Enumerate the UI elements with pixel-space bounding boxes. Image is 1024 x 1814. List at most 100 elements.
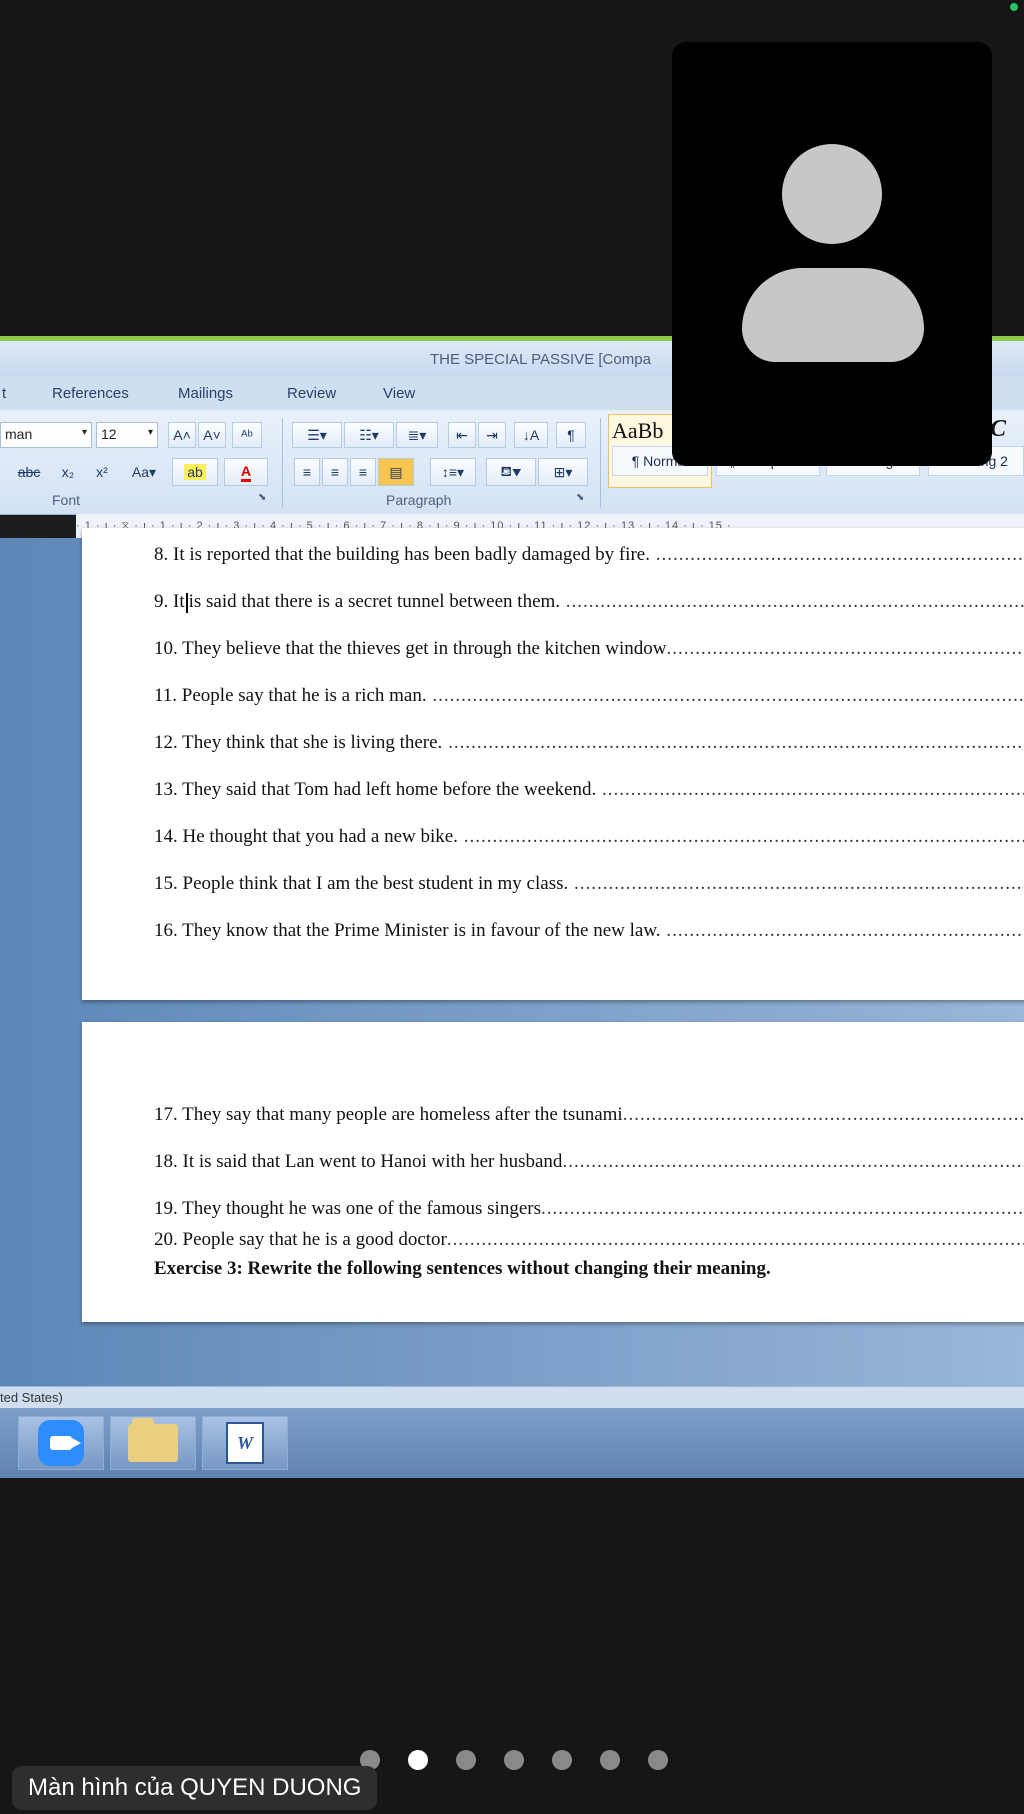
page-dot[interactable] (552, 1750, 572, 1770)
group-divider (600, 418, 601, 508)
borders-button[interactable]: ⊞▾ (538, 458, 588, 486)
decrease-indent-icon: ⇤ (456, 426, 468, 443)
folder-icon (128, 1418, 178, 1462)
align-right-icon: ≡ (358, 464, 368, 480)
text-cursor (185, 592, 188, 613)
exercise-line-17[interactable]: 17. They say that many people are homele… (154, 1104, 1024, 1126)
justify-button[interactable]: ▤ (378, 458, 414, 486)
font-name-value: man (5, 426, 33, 442)
page-dot-active[interactable] (408, 1750, 428, 1770)
chevron-down-icon: ▾ (147, 427, 153, 438)
shading-button[interactable]: ⛾▾ (486, 458, 536, 486)
page-dot[interactable] (504, 1750, 524, 1770)
multilevel-list-button[interactable]: ≣▾ (396, 422, 438, 448)
highlight-button[interactable]: ab (172, 458, 218, 486)
change-case-icon: Aa▾ (131, 463, 157, 480)
participant-video-tile[interactable] (672, 42, 992, 466)
exercise-line-10[interactable]: 10. They believe that the thieves get in… (154, 638, 1024, 660)
decrease-indent-button[interactable]: ⇤ (448, 422, 476, 448)
chevron-down-icon: ▾ (81, 427, 87, 438)
clear-format-icon: ᴬᵇ (241, 427, 253, 443)
screen-share-label: Màn hình của QUYEN DUONG (12, 1766, 378, 1810)
exercise-line-12[interactable]: 12. They think that she is living there.… (154, 732, 1024, 754)
exercise-line-13[interactable]: 13. They said that Tom had left home bef… (154, 779, 1024, 801)
status-dot (1010, 3, 1018, 11)
superscript-icon: x² (96, 464, 108, 480)
exercise-line-11[interactable]: 11. People say that he is a rich man. ..… (154, 685, 1024, 707)
exercise-line-15[interactable]: 15. People think that I am the best stud… (154, 873, 1024, 895)
sort-icon: ↓A (522, 427, 540, 443)
shrink-font-button[interactable]: A˅ (198, 422, 226, 448)
align-center-icon: ≡ (330, 464, 340, 480)
increase-indent-button[interactable]: ⇥ (478, 422, 506, 448)
exercise-line-16[interactable]: 16. They know that the Prime Minister is… (154, 920, 1024, 942)
sort-button[interactable]: ↓A (514, 422, 548, 448)
subscript-icon: x₂ (61, 464, 75, 480)
numbered-list-icon: ☷▾ (359, 426, 379, 443)
style-preview-left: AaBb (612, 418, 664, 443)
font-size-box[interactable]: 12 ▾ (96, 422, 158, 448)
tab-view[interactable]: View (383, 385, 415, 402)
taskbar-zoom[interactable] (18, 1416, 104, 1470)
avatar-body (742, 268, 924, 362)
tab-insert[interactable]: t (2, 385, 6, 402)
document-area: 8. It is reported that the building has … (0, 528, 1024, 1408)
tab-references[interactable]: References (52, 385, 129, 402)
group-divider (282, 418, 283, 508)
page-dot[interactable] (600, 1750, 620, 1770)
superscript-button[interactable]: x² (88, 458, 116, 486)
align-right-button[interactable]: ≡ (350, 458, 376, 486)
font-group-label: Font (52, 492, 81, 508)
page-dot[interactable] (648, 1750, 668, 1770)
window-title: THE SPECIAL PASSIVE [Compa (430, 351, 651, 368)
tab-review[interactable]: Review (287, 385, 336, 402)
document-page: 8. It is reported that the building has … (82, 528, 1024, 1000)
align-center-button[interactable]: ≡ (322, 458, 348, 486)
grow-font-button[interactable]: A˄ (168, 422, 196, 448)
page-indicator[interactable] (360, 1750, 668, 1770)
bullets-button[interactable]: ☰▾ (292, 422, 342, 448)
font-name-box[interactable]: man ▾ (0, 422, 92, 448)
exercise-line-19[interactable]: 19. They thought he was one of the famou… (154, 1198, 1024, 1220)
page-dot[interactable] (456, 1750, 476, 1770)
exercise-line-20[interactable]: 20. People say that he is a good doctor.… (154, 1229, 1024, 1251)
strikethrough-button[interactable]: abc (14, 458, 44, 486)
taskbar-explorer[interactable] (110, 1416, 196, 1470)
justify-icon: ▤ (389, 463, 403, 480)
borders-icon: ⊞▾ (553, 463, 573, 480)
shared-screen: THE SPECIAL PASSIVE [Compa t References … (0, 336, 1024, 1478)
change-case-button[interactable]: Aa▾ (124, 458, 164, 486)
increase-indent-icon: ⇥ (486, 426, 498, 443)
document-page: 17. They say that many people are homele… (82, 1022, 1024, 1322)
bullet-list-icon: ☰▾ (307, 426, 327, 443)
line-spacing-button[interactable]: ↕≡▾ (430, 458, 476, 486)
taskbar-word[interactable]: W (202, 1416, 288, 1470)
font-color-icon: A (240, 463, 252, 482)
avatar-head (782, 144, 882, 244)
dialog-launcher-icon[interactable]: ⬊ (576, 492, 584, 503)
exercise-line-14[interactable]: 14. He thought that you had a new bike. … (154, 826, 1024, 848)
show-formatting-button[interactable]: ¶ (556, 422, 586, 448)
exercise-3-heading[interactable]: Exercise 3: Rewrite the following senten… (154, 1258, 1024, 1280)
clear-format-button[interactable]: ᴬᵇ (232, 422, 262, 448)
grow-font-icon: A˄ (173, 427, 191, 443)
dialog-launcher-icon[interactable]: ⬊ (258, 492, 266, 503)
align-left-button[interactable]: ≡ (294, 458, 320, 486)
exercise-line-8[interactable]: 8. It is reported that the building has … (154, 544, 1024, 566)
pilcrow-icon: ¶ (567, 427, 575, 443)
numbering-button[interactable]: ☷▾ (344, 422, 394, 448)
paragraph-group-label: Paragraph (386, 492, 452, 508)
language-status[interactable]: ted States) (0, 1390, 63, 1405)
zoom-camera-icon (38, 1420, 84, 1466)
subscript-button[interactable]: x₂ (54, 458, 82, 486)
tab-mailings[interactable]: Mailings (178, 385, 233, 402)
shrink-font-icon: A˅ (203, 427, 221, 443)
taskbar: W (0, 1408, 1024, 1478)
strikethrough-icon: abc (17, 464, 41, 480)
word-document-icon: W (226, 1422, 264, 1464)
exercise-line-18[interactable]: 18. It is said that Lan went to Hanoi wi… (154, 1151, 1024, 1173)
font-color-button[interactable]: A (224, 458, 268, 486)
line-spacing-icon: ↕≡▾ (441, 463, 465, 480)
exercise-line-9[interactable]: 9. It is said that there is a secret tunn… (154, 591, 1024, 613)
font-size-value: 12 (101, 426, 117, 442)
